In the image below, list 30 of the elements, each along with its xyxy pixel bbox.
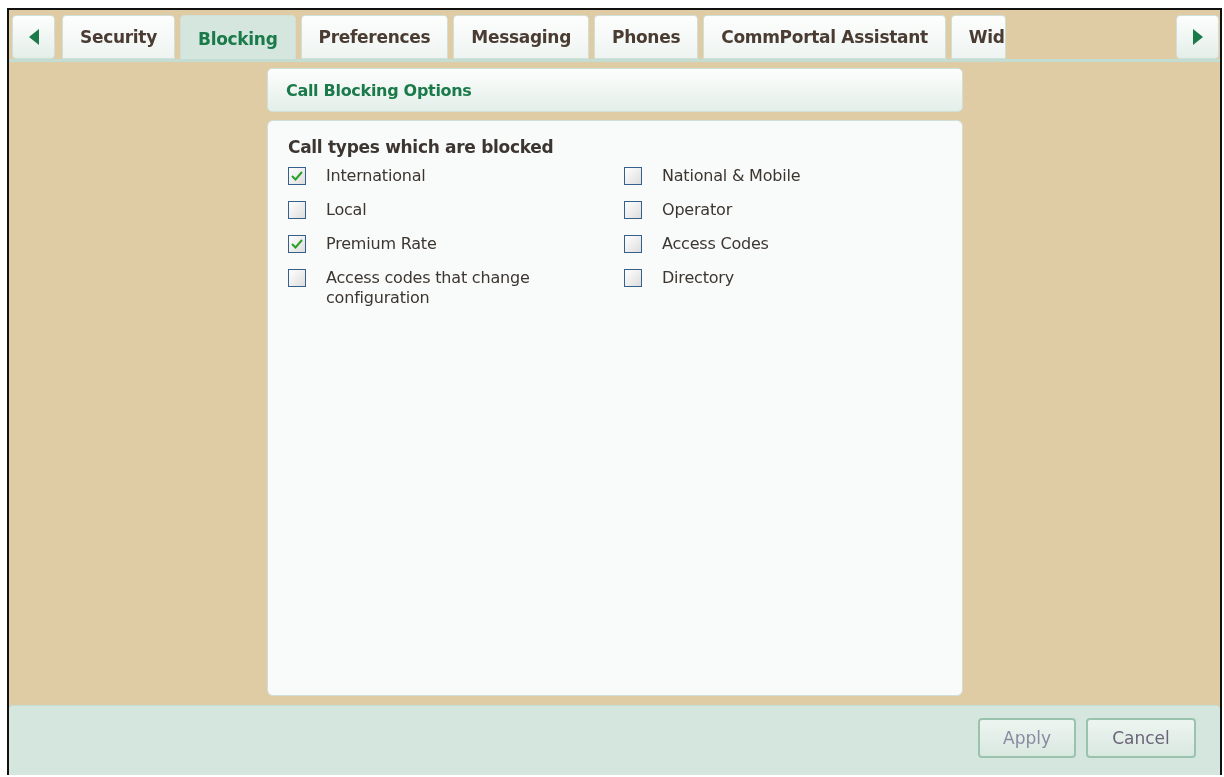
panel-title: Call Blocking Options [286, 80, 472, 100]
checkbox-label: Local [326, 200, 368, 220]
checkbox-label: Access Codes [662, 234, 770, 254]
checkbox[interactable] [288, 167, 306, 185]
tab[interactable]: Security [62, 15, 175, 59]
checkbox[interactable] [288, 269, 306, 287]
action-button[interactable]: Cancel [1086, 717, 1196, 758]
left-arrow-icon [28, 29, 39, 45]
scroll-right-button[interactable] [1176, 15, 1219, 59]
tab[interactable]: Preferences [300, 15, 449, 59]
checkbox-label: International [326, 166, 427, 186]
tab[interactable]: Blocking [180, 15, 296, 59]
tab[interactable]: Phones [594, 15, 699, 59]
checkbox[interactable] [288, 235, 306, 253]
checkbox[interactable] [624, 235, 642, 253]
tab[interactable]: Messaging [453, 15, 589, 59]
tab[interactable]: CommPortal Assistant [703, 15, 946, 59]
checkbox[interactable] [624, 167, 642, 185]
checkbox[interactable] [288, 201, 306, 219]
checkbox-label: Access codes that change configuration [326, 268, 531, 308]
checkbox-label: Premium Rate [326, 234, 438, 254]
checkbox-label: Directory [662, 268, 735, 288]
checkbox[interactable] [624, 269, 642, 287]
section-heading: Call types which are blocked [288, 137, 555, 157]
checkbox-label: National & Mobile [662, 166, 802, 186]
scroll-left-button[interactable] [12, 15, 55, 59]
right-arrow-icon [1192, 29, 1203, 45]
checkbox-label: Operator [662, 200, 734, 220]
tab[interactable]: Wid [950, 15, 1006, 59]
checkbox[interactable] [624, 201, 642, 219]
